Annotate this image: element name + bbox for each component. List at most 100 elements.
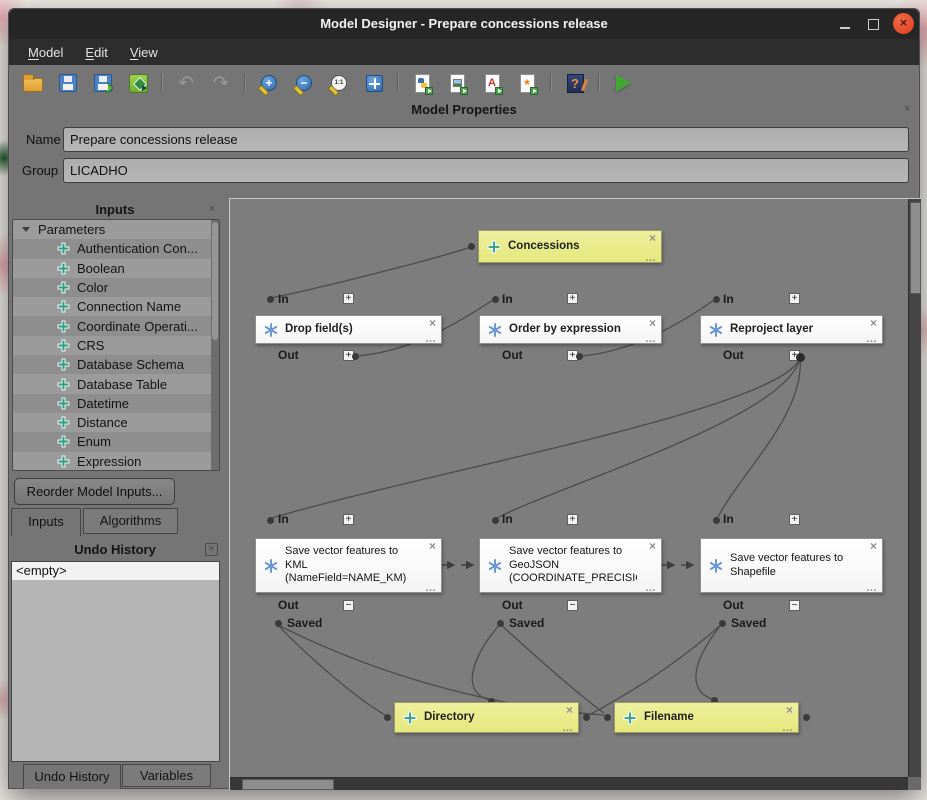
- reorder-model-inputs-button[interactable]: Reorder Model Inputs...: [14, 478, 175, 505]
- node-save-shapefile[interactable]: Save vector features to Shapefile × …: [700, 538, 883, 593]
- maximize-button[interactable]: [861, 9, 885, 39]
- tree-item-authentication[interactable]: Authentication Con...: [13, 239, 219, 258]
- undo-button[interactable]: ↶: [174, 71, 198, 95]
- node-filename[interactable]: Filename × …: [614, 702, 799, 733]
- tree-item-enum[interactable]: Enum: [13, 432, 219, 451]
- save-model-as-button[interactable]: [91, 71, 115, 95]
- link-anchor-dot[interactable]: [267, 296, 274, 303]
- undo-history-item-empty[interactable]: <empty>: [12, 562, 219, 580]
- tab-undo-history[interactable]: Undo History: [23, 764, 121, 789]
- export-python-button[interactable]: [410, 71, 434, 95]
- collapse-outputs-button[interactable]: −: [343, 600, 354, 611]
- link-anchor-dot[interactable]: [267, 517, 274, 524]
- tree-item-distance[interactable]: Distance: [13, 413, 219, 432]
- link-anchor-dot[interactable]: [803, 714, 810, 721]
- link-anchor-dot[interactable]: [719, 620, 726, 627]
- link-anchor-dot[interactable]: [583, 714, 590, 721]
- node-directory[interactable]: Directory × …: [394, 702, 579, 733]
- link-anchor-dot[interactable]: [352, 353, 359, 360]
- zoom-full-button[interactable]: [362, 71, 386, 95]
- group-field[interactable]: [63, 158, 909, 183]
- node-delete-icon[interactable]: ×: [429, 317, 436, 329]
- node-delete-icon[interactable]: ×: [870, 540, 877, 552]
- save-model-button[interactable]: [56, 71, 80, 95]
- menu-edit[interactable]: Edit: [76, 42, 116, 63]
- model-canvas[interactable]: Concessions × … In + In + In + Drop fiel…: [229, 198, 921, 790]
- node-options-icon[interactable]: …: [645, 583, 656, 593]
- link-anchor-dot[interactable]: [492, 517, 499, 524]
- tree-item-expression[interactable]: Expression: [13, 452, 219, 471]
- expand-inputs-button[interactable]: +: [343, 514, 354, 525]
- tree-scrollbar[interactable]: [211, 220, 219, 470]
- node-options-icon[interactable]: …: [866, 334, 877, 344]
- edit-help-button[interactable]: ?: [563, 71, 587, 95]
- horizontal-scrollbar-thumb[interactable]: [242, 779, 334, 790]
- run-model-button[interactable]: [611, 71, 635, 95]
- link-anchor-dot[interactable]: [275, 620, 282, 627]
- node-save-geojson[interactable]: Save vector features to GeoJSON (COORDIN…: [479, 538, 662, 593]
- node-options-icon[interactable]: …: [866, 583, 877, 593]
- node-options-icon[interactable]: …: [425, 334, 436, 344]
- menu-model[interactable]: Model: [19, 42, 72, 63]
- link-anchor-dot[interactable]: [604, 714, 611, 721]
- model-properties-close-icon[interactable]: ×: [904, 104, 910, 115]
- tree-item-color[interactable]: Color: [13, 278, 219, 297]
- tree-item-boolean[interactable]: Boolean: [13, 259, 219, 278]
- link-anchor-dot[interactable]: [468, 243, 475, 250]
- collapse-outputs-button[interactable]: −: [789, 600, 800, 611]
- expand-inputs-button[interactable]: +: [567, 293, 578, 304]
- node-options-icon[interactable]: …: [782, 723, 793, 733]
- canvas-vertical-scrollbar[interactable]: [908, 199, 921, 778]
- menu-view[interactable]: View: [121, 42, 167, 63]
- link-anchor-dot[interactable]: [796, 353, 805, 362]
- tab-variables[interactable]: Variables: [122, 764, 211, 787]
- open-model-button[interactable]: [21, 71, 45, 95]
- canvas-horizontal-scrollbar[interactable]: [230, 777, 909, 790]
- link-anchor-dot[interactable]: [492, 296, 499, 303]
- zoom-actual-button[interactable]: 1:1: [327, 71, 351, 95]
- expand-inputs-button[interactable]: +: [789, 293, 800, 304]
- node-reproject-layer[interactable]: Reproject layer × …: [700, 315, 883, 344]
- node-delete-icon[interactable]: ×: [429, 540, 436, 552]
- save-model-to-project-button[interactable]: [126, 71, 150, 95]
- link-anchor-dot[interactable]: [713, 517, 720, 524]
- tree-root-parameters[interactable]: Parameters: [13, 220, 219, 239]
- link-anchor-dot[interactable]: [384, 714, 391, 721]
- tab-algorithms[interactable]: Algorithms: [83, 508, 178, 534]
- export-svg-button[interactable]: *: [515, 71, 539, 95]
- link-anchor-dot[interactable]: [713, 296, 720, 303]
- expander-triangle-icon[interactable]: [22, 227, 30, 232]
- node-delete-icon[interactable]: ×: [786, 704, 793, 716]
- tab-inputs[interactable]: Inputs: [11, 508, 81, 536]
- node-delete-icon[interactable]: ×: [566, 704, 573, 716]
- node-delete-icon[interactable]: ×: [649, 232, 656, 244]
- link-anchor-dot[interactable]: [497, 620, 504, 627]
- zoom-out-button[interactable]: −: [292, 71, 316, 95]
- close-button[interactable]: ×: [893, 13, 914, 34]
- node-options-icon[interactable]: …: [645, 253, 656, 263]
- expand-inputs-button[interactable]: +: [343, 293, 354, 304]
- tree-item-database-schema[interactable]: Database Schema: [13, 355, 219, 374]
- node-save-kml[interactable]: Save vector features to KML (NameField=N…: [255, 538, 442, 593]
- name-field[interactable]: [63, 127, 909, 152]
- node-options-icon[interactable]: …: [645, 334, 656, 344]
- node-options-icon[interactable]: …: [562, 723, 573, 733]
- zoom-in-button[interactable]: +: [257, 71, 281, 95]
- redo-button[interactable]: ↷: [209, 71, 233, 95]
- expand-inputs-button[interactable]: +: [567, 514, 578, 525]
- vertical-scrollbar-thumb[interactable]: [910, 202, 921, 294]
- link-anchor-dot[interactable]: [576, 353, 583, 360]
- undo-history-close-icon[interactable]: ×: [205, 543, 218, 556]
- node-concessions[interactable]: Concessions × …: [478, 230, 662, 263]
- expand-inputs-button[interactable]: +: [789, 514, 800, 525]
- node-delete-icon[interactable]: ×: [649, 317, 656, 329]
- export-image-button[interactable]: [445, 71, 469, 95]
- tree-item-crs[interactable]: CRS: [13, 336, 219, 355]
- tree-item-coordinate-operation[interactable]: Coordinate Operati...: [13, 316, 219, 335]
- node-drop-fields[interactable]: Drop field(s) × …: [255, 315, 442, 344]
- minimize-button[interactable]: [833, 9, 857, 39]
- export-pdf-button[interactable]: A: [480, 71, 504, 95]
- tree-item-connection-name[interactable]: Connection Name: [13, 297, 219, 316]
- titlebar[interactable]: Model Designer - Prepare concessions rel…: [9, 9, 919, 39]
- node-delete-icon[interactable]: ×: [870, 317, 877, 329]
